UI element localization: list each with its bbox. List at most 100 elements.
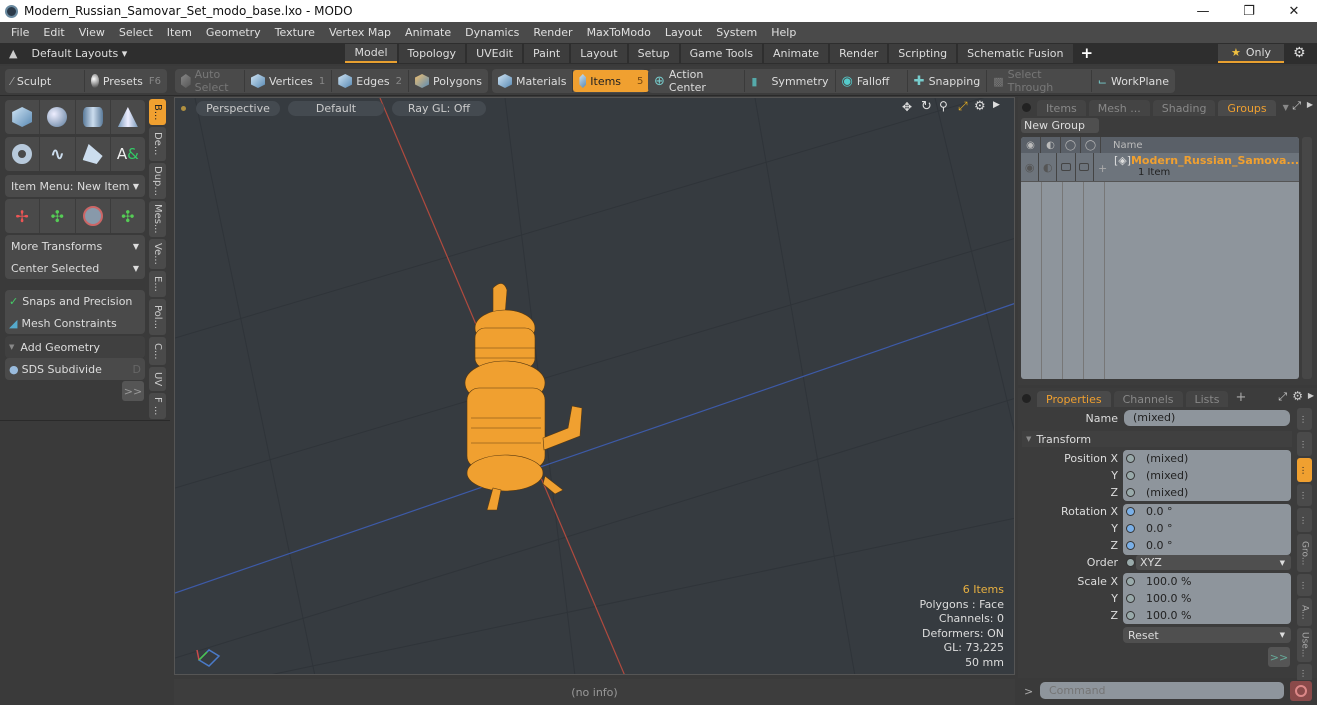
tab-animate[interactable]: Animate bbox=[763, 44, 829, 63]
restore-button[interactable]: ❐ bbox=[1226, 0, 1272, 22]
scale-z-keyframe-dot[interactable] bbox=[1126, 611, 1135, 620]
samovar-wireframe-mesh[interactable] bbox=[464, 283, 583, 511]
tab-paint[interactable]: Paint bbox=[523, 44, 570, 63]
tab-setup[interactable]: Setup bbox=[628, 44, 679, 63]
menu-texture[interactable]: Texture bbox=[268, 26, 322, 39]
tab-properties[interactable]: Properties bbox=[1037, 391, 1111, 407]
record-macro-button[interactable] bbox=[1290, 681, 1312, 701]
item-menu-dropdown[interactable]: Item Menu: New Item ▼ bbox=[5, 175, 145, 197]
expand-panel-icon[interactable]: ⤢ bbox=[1278, 390, 1287, 404]
scale-tool-button[interactable]: ✣ bbox=[111, 199, 145, 233]
name-field[interactable]: (mixed) bbox=[1124, 410, 1290, 426]
rotation-order-dropdown[interactable]: XYZ ▼ bbox=[1136, 555, 1291, 570]
scale-x-keyframe-dot[interactable] bbox=[1126, 577, 1135, 586]
pan-icon[interactable]: ✥ bbox=[902, 100, 912, 114]
add-tab-button[interactable]: + bbox=[1235, 390, 1246, 405]
order-keyframe-dot[interactable] bbox=[1126, 558, 1135, 567]
right-side-tab-a[interactable]: A... bbox=[1297, 598, 1312, 626]
items-button[interactable]: Items 5 bbox=[573, 70, 650, 92]
3d-viewport[interactable]: Perspective Default Ray GL: Off ✥ ↻ ⚲ ⤢ … bbox=[174, 97, 1015, 675]
mesh-constraints-button[interactable]: ◢ Mesh Constraints bbox=[5, 312, 145, 334]
expand-group-icon[interactable]: + bbox=[1098, 162, 1107, 175]
shading-style-dropdown[interactable]: Default bbox=[288, 100, 384, 116]
materials-button[interactable]: Materials bbox=[492, 70, 574, 92]
scale-y-keyframe-dot[interactable] bbox=[1126, 594, 1135, 603]
pen-tool-button[interactable] bbox=[76, 137, 111, 171]
rotation-y-field[interactable]: 0.0 ° bbox=[1146, 522, 1173, 535]
rotation-z-field[interactable]: 0.0 ° bbox=[1146, 539, 1173, 552]
rotation-x-field[interactable]: 0.0 ° bbox=[1146, 505, 1173, 518]
side-tab-uv[interactable]: UV bbox=[149, 367, 166, 391]
tab-layout[interactable]: Layout bbox=[571, 44, 627, 63]
right-side-tab[interactable]: ... bbox=[1297, 484, 1312, 506]
vertices-button[interactable]: Vertices 1 bbox=[245, 70, 333, 92]
panel-arrow-icon[interactable]: ▶ bbox=[1307, 100, 1313, 109]
render-column-icon[interactable]: ◐ bbox=[1041, 137, 1061, 153]
menu-item[interactable]: Item bbox=[160, 26, 199, 39]
side-tab-fusion[interactable]: F ... bbox=[149, 393, 166, 419]
right-side-tab[interactable]: ... bbox=[1297, 574, 1312, 596]
snaps-precision-button[interactable]: ✓ Snaps and Precision bbox=[5, 290, 145, 312]
scale-y-field[interactable]: 100.0 % bbox=[1146, 592, 1191, 605]
default-layouts-dropdown[interactable]: Default Layouts ▾ bbox=[31, 47, 311, 60]
raygl-toggle[interactable]: Ray GL: Off bbox=[392, 100, 486, 116]
tab-topology[interactable]: Topology bbox=[398, 44, 466, 63]
expand-panel-button[interactable]: >> bbox=[122, 381, 144, 401]
group-lock-checkbox[interactable] bbox=[1057, 153, 1076, 181]
menu-view[interactable]: View bbox=[72, 26, 112, 39]
group-select-checkbox[interactable] bbox=[1076, 153, 1094, 181]
cone-primitive-button[interactable] bbox=[111, 100, 145, 134]
position-x-field[interactable]: (mixed) bbox=[1146, 452, 1188, 465]
side-tab-vertex[interactable]: Ve... bbox=[149, 239, 166, 269]
menu-system[interactable]: System bbox=[709, 26, 764, 39]
sculpt-button[interactable]: ⁄ Sculpt bbox=[5, 70, 85, 92]
menu-maxtomodo[interactable]: MaxToModo bbox=[580, 26, 658, 39]
position-y-keyframe-dot[interactable] bbox=[1126, 471, 1135, 480]
more-transforms-dropdown[interactable]: More Transforms ▼ bbox=[5, 235, 145, 257]
right-side-tab[interactable]: ... bbox=[1297, 432, 1312, 456]
right-side-tab-active[interactable]: ... bbox=[1297, 458, 1312, 482]
panel-menu-icon[interactable] bbox=[1022, 394, 1031, 403]
transform-section[interactable]: ▼ Transform bbox=[1022, 431, 1292, 447]
menu-dynamics[interactable]: Dynamics bbox=[458, 26, 526, 39]
orbit-icon[interactable]: ↻ bbox=[921, 99, 932, 114]
command-input[interactable] bbox=[1040, 682, 1284, 699]
add-layout-tab-button[interactable]: + bbox=[1081, 44, 1094, 63]
menu-geometry[interactable]: Geometry bbox=[199, 26, 268, 39]
side-tab-basic[interactable]: B... bbox=[149, 99, 166, 125]
menu-layout[interactable]: Layout bbox=[658, 26, 709, 39]
cylinder-primitive-button[interactable] bbox=[76, 100, 111, 134]
scale-x-field[interactable]: 100.0 % bbox=[1146, 575, 1191, 588]
rotation-z-keyframe-dot[interactable] bbox=[1126, 541, 1135, 550]
position-x-keyframe-dot[interactable] bbox=[1126, 454, 1135, 463]
rotation-y-keyframe-dot[interactable] bbox=[1126, 524, 1135, 533]
position-z-keyframe-dot[interactable] bbox=[1126, 488, 1135, 497]
expand-properties-button[interactable]: >> bbox=[1268, 647, 1290, 667]
tab-scripting[interactable]: Scripting bbox=[889, 44, 957, 63]
right-side-tab-groups[interactable]: Gro... bbox=[1297, 534, 1312, 572]
only-toggle[interactable]: ★ Only bbox=[1218, 44, 1284, 63]
gear-icon[interactable]: ⚙ bbox=[1293, 45, 1306, 61]
action-center-button[interactable]: ⊕ Action Center bbox=[648, 68, 746, 94]
text-tool-button[interactable]: A& bbox=[111, 137, 145, 171]
side-tab-deform[interactable]: De... bbox=[149, 127, 166, 161]
workplane-button[interactable]: ⌙ WorkPlane bbox=[1092, 70, 1175, 92]
transform-tool-button[interactable]: ✢ bbox=[5, 199, 41, 233]
menu-edit[interactable]: Edit bbox=[36, 26, 71, 39]
position-y-field[interactable]: (mixed) bbox=[1146, 469, 1188, 482]
menu-render[interactable]: Render bbox=[526, 26, 579, 39]
minimize-button[interactable]: — bbox=[1180, 0, 1226, 22]
edges-button[interactable]: Edges 2 bbox=[332, 70, 410, 92]
menu-animate[interactable]: Animate bbox=[398, 26, 458, 39]
rotation-x-keyframe-dot[interactable] bbox=[1126, 507, 1135, 516]
side-tab-edge[interactable]: E... bbox=[149, 271, 166, 297]
side-tab-mesh[interactable]: Mes... bbox=[149, 201, 166, 237]
tab-model[interactable]: Model bbox=[345, 44, 397, 63]
right-side-tab[interactable]: ... bbox=[1297, 408, 1312, 430]
add-geometry-section[interactable]: ▼ Add Geometry bbox=[5, 336, 145, 358]
panel-gear-icon[interactable]: ⚙ bbox=[1292, 389, 1303, 403]
tab-lists[interactable]: Lists bbox=[1185, 391, 1229, 407]
side-tab-duplicate[interactable]: Dup... bbox=[149, 163, 166, 199]
center-selected-dropdown[interactable]: Center Selected ▼ bbox=[5, 257, 145, 279]
select-column-icon[interactable]: ◯ bbox=[1081, 137, 1101, 153]
